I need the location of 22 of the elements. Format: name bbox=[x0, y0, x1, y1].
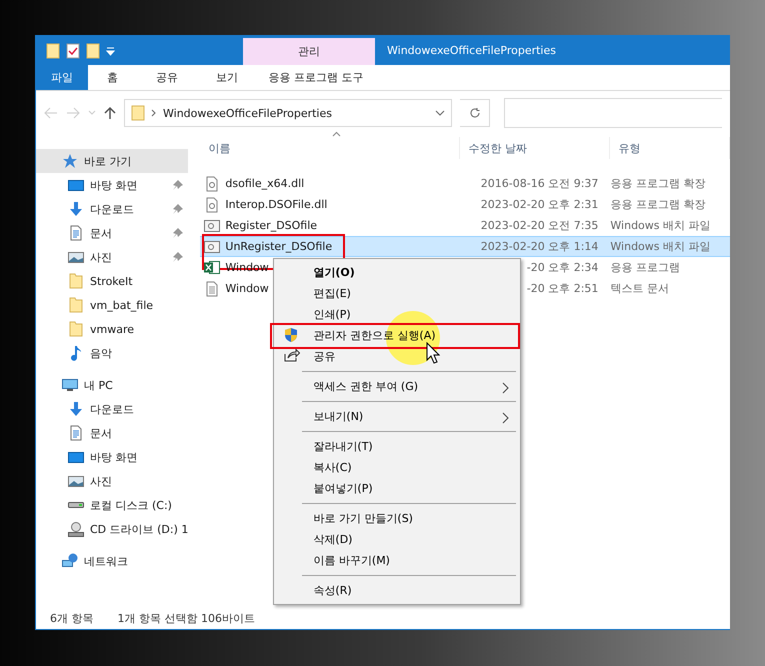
type-cell-text: 응용 프로그램 확장 bbox=[609, 197, 706, 212]
item-count: 6개 항목 bbox=[50, 610, 94, 626]
date-cell-text: 2023-02-20 오전 7:35 bbox=[480, 218, 600, 233]
address-path: WindowexeOfficeFileProperties bbox=[163, 106, 333, 120]
file-name: UnRegister_DSOfile bbox=[225, 240, 332, 253]
file-name: Window bbox=[225, 282, 269, 295]
date-cell-text: 2023-02-20 오후 1:14 bbox=[480, 239, 600, 254]
date-cell-text: 2016-08-16 오전 9:37 bbox=[480, 176, 600, 191]
window-title: WindowexeOfficeFileProperties bbox=[386, 43, 556, 59]
file-name: dsofile_x64.dll bbox=[225, 177, 304, 190]
file-name: Register_DSOfile bbox=[225, 219, 318, 232]
selection-info: 1개 항목 선택함 106바이트 bbox=[118, 610, 255, 626]
type-cell-text: Windows 배치 파일 bbox=[609, 218, 711, 233]
type-cell-text: 응용 프로그램 bbox=[609, 260, 680, 275]
type-cell-text: 텍스트 문서 bbox=[609, 281, 669, 296]
date-cell-text: 2023-02-20 오후 2:31 bbox=[480, 197, 600, 212]
file-name: Interop.DSOFile.dll bbox=[225, 198, 328, 211]
type-cell-text: Windows 배치 파일 bbox=[609, 239, 711, 254]
type-cell-text: 응용 프로그램 확장 bbox=[609, 176, 706, 191]
context-tab-group: 관리 bbox=[243, 38, 375, 65]
date-cell-text: -20 오후 2:34 bbox=[526, 260, 600, 275]
date-cell-text: -20 오후 2:51 bbox=[526, 281, 600, 296]
